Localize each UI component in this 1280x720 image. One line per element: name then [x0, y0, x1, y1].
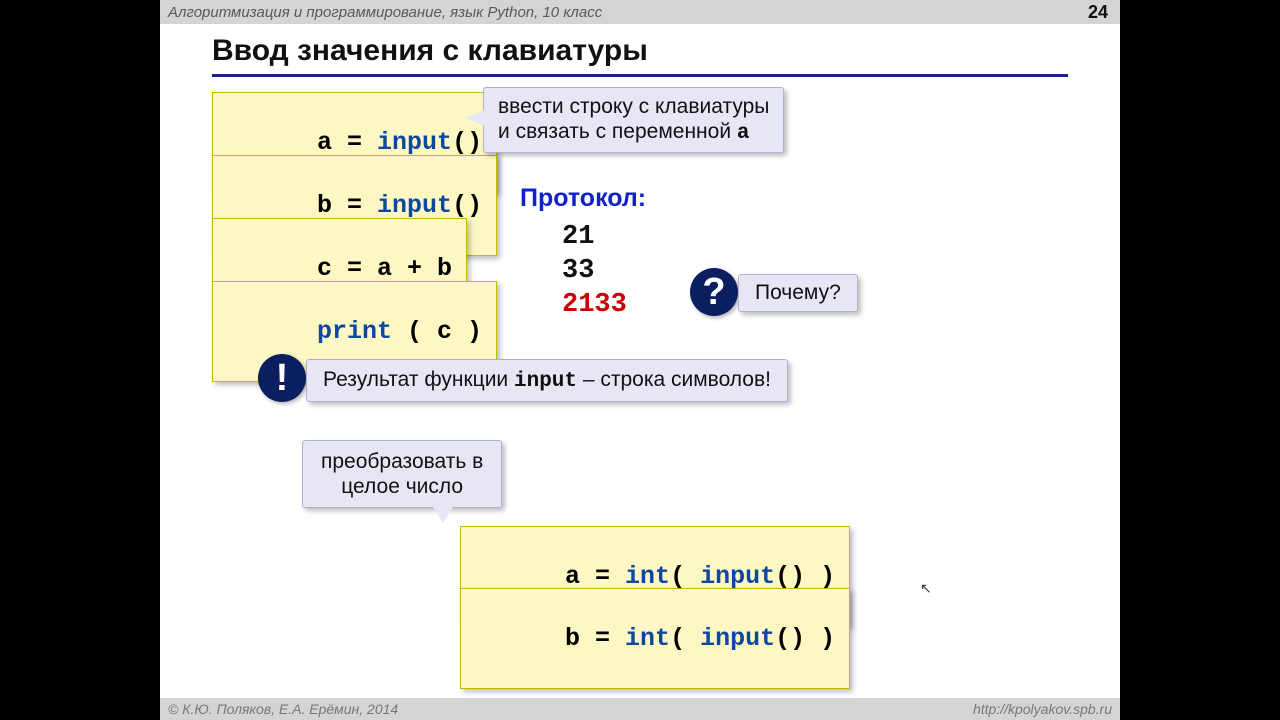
question-badge-icon: ? — [690, 268, 738, 316]
header-bar: Алгоритмизация и программирование, язык … — [160, 0, 1120, 24]
callout-code: input — [514, 370, 577, 393]
code-keyword: int — [625, 624, 670, 653]
callout-line: целое число — [321, 474, 483, 499]
footer-url: http://kpolyakov.spb.ru — [973, 701, 1112, 717]
callout-why: Почему? — [738, 274, 858, 312]
code-keyword: input — [700, 624, 775, 653]
code-text: ( c ) — [392, 317, 482, 346]
code-text: = — [580, 624, 625, 653]
slide-content: Ввод значения с клавиатуры a = input() b… — [160, 24, 1120, 698]
callout-text: – строка символов! — [577, 368, 771, 391]
code-keyword: input — [377, 191, 452, 220]
code-box-6: b = int( input() ) — [460, 588, 850, 689]
page-number: 24 — [1088, 2, 1112, 23]
callout-result: Результат функции input – строка символо… — [306, 359, 788, 402]
code-text: a — [565, 562, 580, 591]
slide-stage: Алгоритмизация и программирование, язык … — [160, 0, 1120, 720]
callout-convert: преобразовать в целое число — [302, 440, 502, 508]
callout-line: и связать с переменной a — [498, 119, 769, 146]
code-text: ( — [670, 624, 700, 653]
code-text: = — [332, 191, 377, 220]
callout-text: Результат функции — [323, 368, 514, 391]
code-text: a — [317, 128, 332, 157]
code-keyword: input — [377, 128, 452, 157]
code-text: = — [580, 562, 625, 591]
mouse-cursor-icon: ↖ — [920, 580, 932, 597]
slide-title: Ввод значения с клавиатуры — [212, 34, 648, 68]
footer-bar: © К.Ю. Поляков, Е.А. Ерёмин, 2014 http:/… — [160, 698, 1120, 720]
code-text: () ) — [775, 562, 835, 591]
header-title: Алгоритмизация и программирование, язык … — [168, 4, 602, 21]
callout-text: Почему? — [755, 281, 841, 304]
code-keyword: print — [317, 317, 392, 346]
code-text: () — [452, 191, 482, 220]
code-text: () ) — [775, 624, 835, 653]
title-underline — [212, 74, 1068, 77]
code-text: c = a + b — [317, 254, 452, 283]
footer-copyright: © К.Ю. Поляков, Е.А. Ерёмин, 2014 — [168, 701, 398, 717]
code-keyword: int — [625, 562, 670, 591]
callout-line: преобразовать в — [321, 449, 483, 474]
protocol-result: 2133 — [562, 290, 627, 320]
code-text: b — [317, 191, 332, 220]
protocol-line: 33 — [562, 256, 594, 286]
callout-line: ввести строку с клавиатуры — [498, 94, 769, 119]
protocol-label: Протокол: — [520, 184, 646, 213]
protocol-line: 21 — [562, 222, 594, 252]
code-text: ( — [670, 562, 700, 591]
code-text: () — [452, 128, 482, 157]
code-keyword: input — [700, 562, 775, 591]
callout-input: ввести строку с клавиатуры и связать с п… — [483, 87, 784, 153]
code-text: = — [332, 128, 377, 157]
code-text: b — [565, 624, 580, 653]
exclamation-badge-icon: ! — [258, 354, 306, 402]
